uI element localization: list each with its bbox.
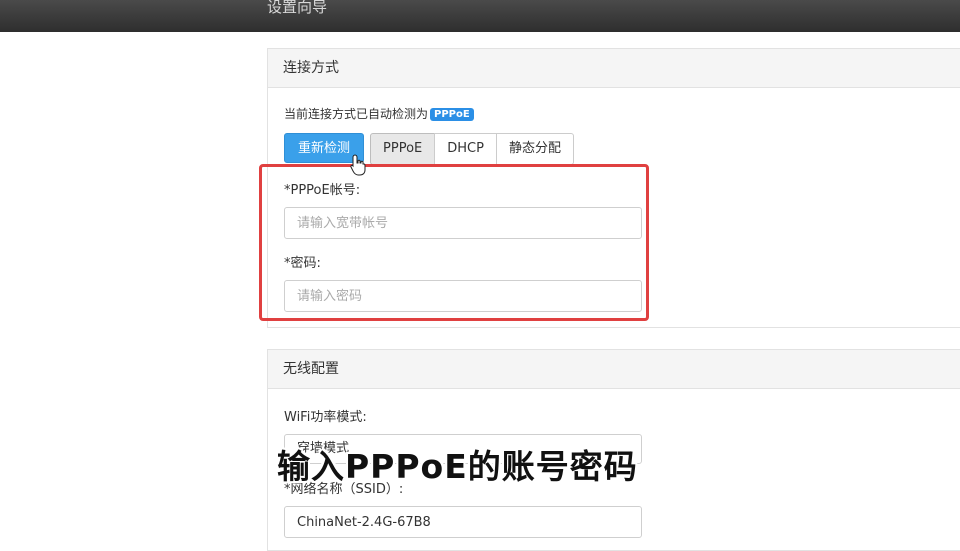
ssid-input[interactable] xyxy=(284,506,642,538)
detect-status: 当前连接方式已自动检测为 PPPoE xyxy=(284,105,474,122)
pppoe-account-label: *PPPoE帐号: xyxy=(284,183,361,198)
connection-type-tabs: 重新检测 PPPoE DHCP 静态分配 xyxy=(284,133,574,165)
wireless-panel-title: 无线配置 xyxy=(268,350,960,389)
tab-dhcp[interactable]: DHCP xyxy=(434,133,497,165)
detect-status-text: 当前连接方式已自动检测为 xyxy=(284,107,429,121)
hand-cursor-icon xyxy=(350,154,366,180)
tab-pppoe[interactable]: PPPoE xyxy=(370,133,436,165)
top-bar: 设置向导 xyxy=(0,0,960,32)
connection-panel-title: 连接方式 xyxy=(268,49,960,88)
connection-panel: 连接方式 当前连接方式已自动检测为 PPPoE 重新检测 PPPoE DHCP 静… xyxy=(267,48,960,328)
password-label: *密码: xyxy=(284,256,321,271)
password-input[interactable] xyxy=(284,280,642,312)
detected-type-badge: PPPoE xyxy=(430,108,474,121)
page-title: 设置向导 xyxy=(267,0,328,16)
wifi-power-mode-label: WiFi功率模式: xyxy=(284,410,367,425)
tutorial-caption: 输入PPPoE的账号密码 xyxy=(277,447,638,486)
tab-static[interactable]: 静态分配 xyxy=(495,133,574,165)
pppoe-account-input[interactable] xyxy=(284,207,642,239)
